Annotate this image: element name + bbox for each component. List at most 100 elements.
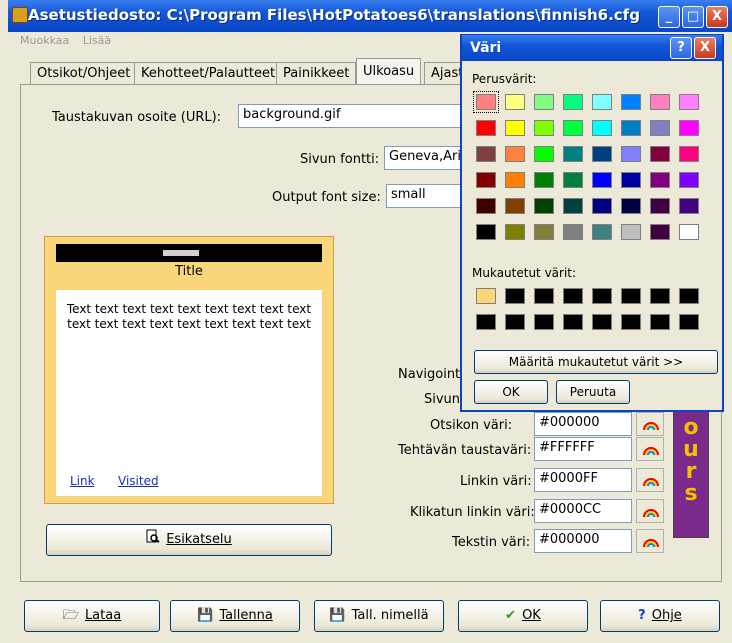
preview-button[interactable]: Esikatselu [46, 524, 332, 556]
color-swatch[interactable] [476, 224, 496, 240]
color-swatch[interactable] [534, 146, 554, 162]
color-swatch[interactable] [505, 94, 525, 110]
color-swatch[interactable] [534, 314, 554, 330]
tab-kehotteet[interactable]: Kehotteet/Palautteet [134, 62, 283, 85]
color-swatch[interactable] [505, 288, 525, 304]
color-swatch[interactable] [621, 224, 641, 240]
color-swatch[interactable] [505, 146, 525, 162]
color-swatch[interactable] [679, 94, 699, 110]
color-swatch[interactable] [592, 198, 612, 214]
color-swatch[interactable] [476, 120, 496, 136]
tab-painikkeet[interactable]: Painikkeet [276, 62, 357, 85]
color-swatch[interactable] [476, 288, 496, 304]
link-color-field[interactable]: #0000FF [534, 468, 632, 492]
tab-ajastin[interactable]: Ajast [424, 62, 464, 85]
color-swatch[interactable] [505, 172, 525, 188]
color-swatch[interactable] [592, 224, 612, 240]
color-swatch[interactable] [505, 198, 525, 214]
color-swatch[interactable] [621, 94, 641, 110]
color-swatch[interactable] [563, 94, 583, 110]
color-swatch[interactable] [621, 314, 641, 330]
text-color-picker-button[interactable] [636, 529, 664, 553]
visited-link-color-picker-button[interactable] [636, 499, 664, 523]
dialog-help-button[interactable]: ? [670, 37, 692, 59]
color-swatch[interactable] [679, 288, 699, 304]
task-bg-color-picker-button[interactable] [636, 437, 664, 461]
color-swatch[interactable] [563, 146, 583, 162]
color-swatch[interactable] [476, 314, 496, 330]
color-swatch[interactable] [563, 288, 583, 304]
save-as-button[interactable]: 💾 Tall. nimellä [314, 600, 444, 632]
dialog-close-button[interactable]: X [694, 37, 716, 59]
bg-url-field[interactable]: background.gif [238, 104, 464, 128]
color-swatch[interactable] [592, 172, 612, 188]
font-field[interactable]: Geneva,Ari [384, 146, 464, 170]
color-swatch[interactable] [592, 288, 612, 304]
font-size-field[interactable]: small [386, 184, 464, 208]
title-color-picker-button[interactable] [636, 412, 664, 436]
title-color-field[interactable]: #000000 [534, 412, 632, 436]
menu-muokkaa[interactable]: Muokkaa [20, 34, 69, 47]
color-swatch[interactable] [621, 172, 641, 188]
maximize-button[interactable]: □ [682, 6, 704, 28]
color-swatch[interactable] [621, 146, 641, 162]
tab-otsikot[interactable]: Otsikot/Ohjeet [30, 62, 138, 85]
color-swatch[interactable] [534, 94, 554, 110]
load-button[interactable]: 🗁 Lataa [24, 600, 160, 632]
color-swatch[interactable] [592, 146, 612, 162]
color-swatch[interactable] [679, 224, 699, 240]
color-swatch[interactable] [534, 288, 554, 304]
color-swatch[interactable] [534, 198, 554, 214]
color-swatch[interactable] [534, 172, 554, 188]
color-swatch[interactable] [592, 94, 612, 110]
color-swatch[interactable] [650, 172, 670, 188]
color-swatch[interactable] [534, 120, 554, 136]
dialog-cancel-button[interactable]: Peruuta [556, 380, 630, 404]
color-swatch[interactable] [563, 198, 583, 214]
color-swatch[interactable] [679, 146, 699, 162]
color-swatch[interactable] [679, 198, 699, 214]
text-color-field[interactable]: #000000 [534, 529, 632, 553]
color-swatch[interactable] [650, 146, 670, 162]
help-button[interactable]: ? Ohje [600, 600, 720, 632]
color-swatch[interactable] [505, 120, 525, 136]
task-bg-color-field[interactable]: #FFFFFF [534, 437, 632, 461]
color-swatch[interactable] [679, 120, 699, 136]
save-button[interactable]: 💾 Tallenna [170, 600, 300, 632]
color-swatch[interactable] [621, 120, 641, 136]
color-swatch[interactable] [621, 288, 641, 304]
color-swatch[interactable] [476, 198, 496, 214]
color-swatch[interactable] [650, 120, 670, 136]
color-swatch[interactable] [679, 172, 699, 188]
close-button[interactable]: X [706, 6, 728, 28]
color-swatch[interactable] [505, 224, 525, 240]
color-swatch[interactable] [592, 314, 612, 330]
visited-link-color-field[interactable]: #0000CC [534, 499, 632, 523]
color-swatch[interactable] [621, 198, 641, 214]
color-swatch[interactable] [650, 314, 670, 330]
preview-visited-link[interactable]: Visited [118, 474, 159, 488]
color-swatch[interactable] [650, 94, 670, 110]
tab-ulkoasu[interactable]: Ulkoasu [356, 58, 422, 85]
color-swatch[interactable] [476, 146, 496, 162]
color-swatch[interactable] [650, 198, 670, 214]
color-swatch[interactable] [473, 91, 499, 113]
color-swatch[interactable] [563, 224, 583, 240]
dialog-ok-button[interactable]: OK [474, 380, 548, 404]
color-swatch[interactable] [592, 120, 612, 136]
ok-button[interactable]: ✔ OK [458, 600, 588, 632]
preview-link[interactable]: Link [70, 474, 95, 488]
color-swatch[interactable] [563, 120, 583, 136]
color-swatch[interactable] [505, 314, 525, 330]
color-swatch[interactable] [650, 224, 670, 240]
minimize-button[interactable]: _ [658, 6, 680, 28]
color-swatch[interactable] [563, 172, 583, 188]
menu-lisaa[interactable]: Lisää [83, 34, 111, 47]
color-swatch[interactable] [563, 314, 583, 330]
color-swatch[interactable] [476, 172, 496, 188]
color-swatch[interactable] [534, 224, 554, 240]
define-custom-colors-button[interactable]: Määritä mukautetut värit >> [474, 350, 718, 374]
color-swatch[interactable] [650, 288, 670, 304]
link-color-picker-button[interactable] [636, 468, 664, 492]
color-swatch[interactable] [679, 314, 699, 330]
